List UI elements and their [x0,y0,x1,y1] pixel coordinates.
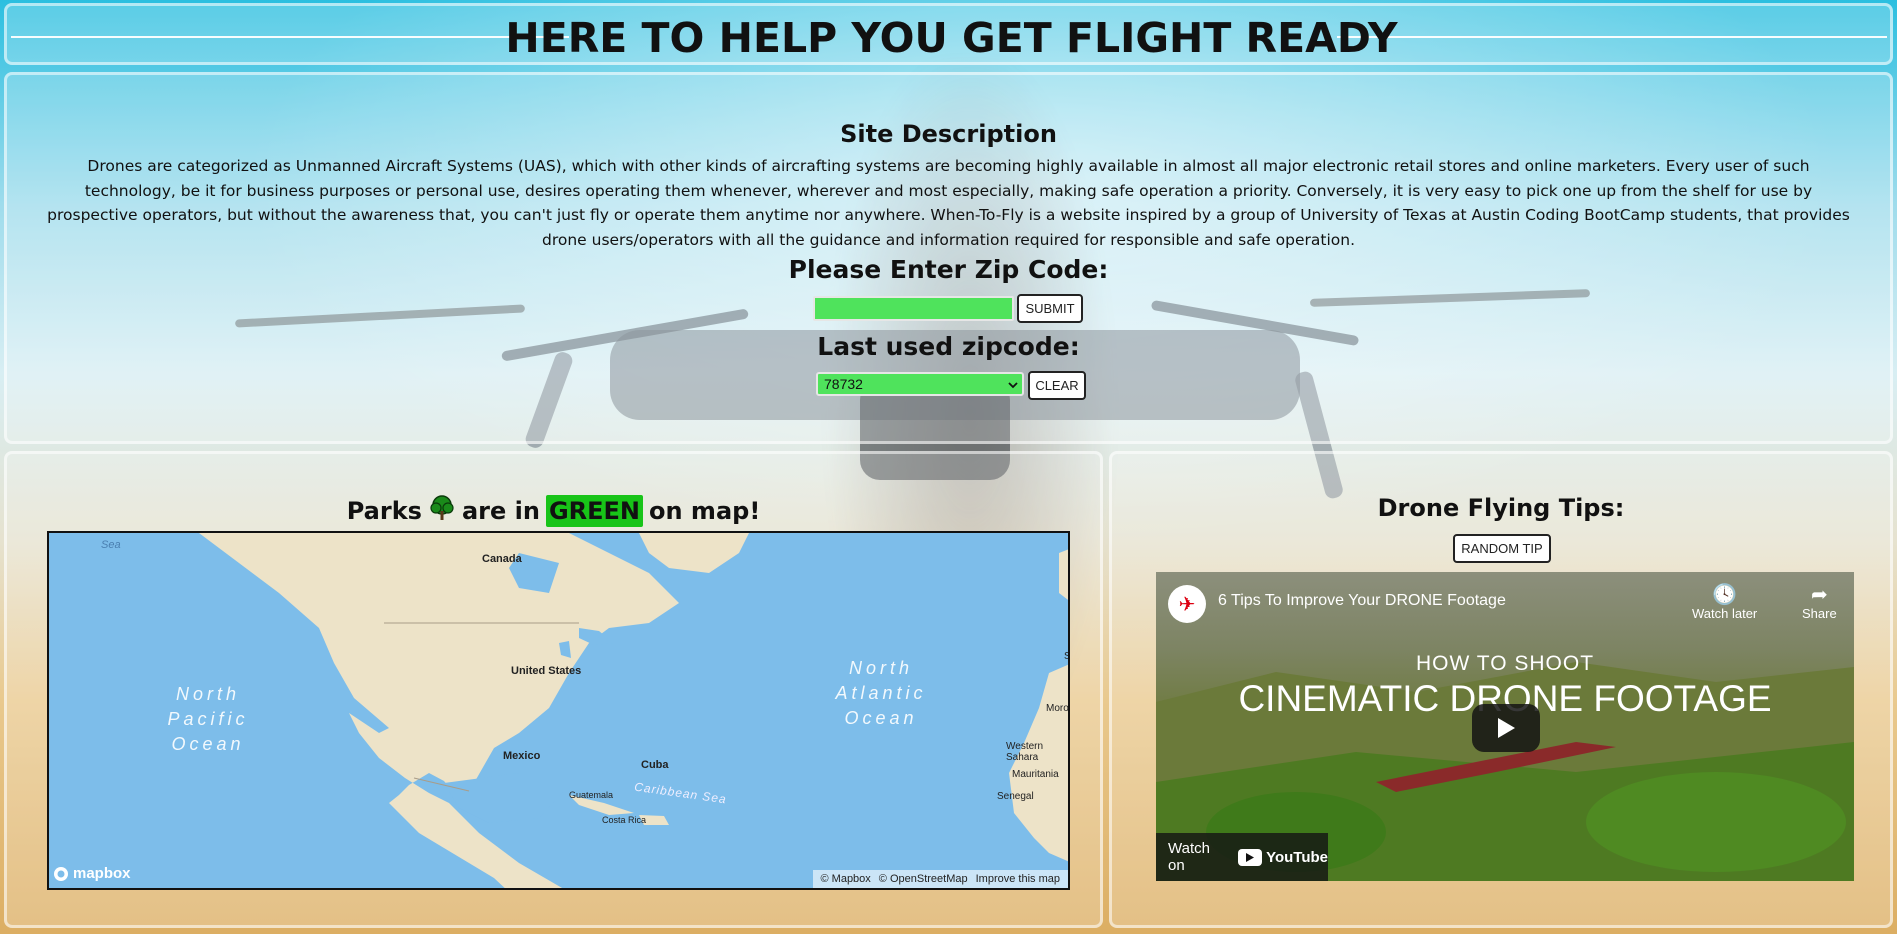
tree-icon [428,494,456,528]
map-label-morocco: Moro [1046,703,1069,714]
last-zipcode-heading: Last used zipcode: [817,332,1080,361]
map-panel: Parks are in GREEN on map! Sea Canada Un… [4,451,1103,928]
clock-icon: 🕓 [1712,584,1738,606]
parks-map[interactable]: Sea Canada United States Mexico Cuba Gua… [47,531,1070,890]
share-button[interactable]: ➦ Share [1802,584,1837,621]
header-panel: HERE TO HELP YOU GET FLIGHT READY [4,3,1893,65]
play-button[interactable] [1472,704,1540,752]
channel-logo-icon: ✈ [1178,592,1196,616]
parks-heading-suffix: on map! [649,497,761,525]
zip-code-heading: Please Enter Zip Code: [788,255,1109,284]
map-label-costa-rica: Costa Rica [602,815,647,825]
attribution-improve[interactable]: Improve this map [976,873,1060,885]
mapbox-logo[interactable]: mapbox [53,865,131,882]
map-label-mexico: Mexico [503,750,541,762]
youtube-logo-text: YouTube [1266,848,1328,866]
description-panel: Site Description Drones are categorized … [4,72,1893,444]
site-description-heading: Site Description [840,120,1057,148]
random-tip-button[interactable]: RANDOM TIP [1453,534,1551,563]
thumbnail-text-line1: HOW TO SHOOT [1415,652,1595,675]
map-label-guatemala: Guatemala [569,790,614,800]
map-label-north-pacific: North Pacific Ocean [167,684,249,754]
watch-on-label: Watch on [1168,840,1210,874]
channel-avatar[interactable]: ✈ [1168,585,1206,623]
map-label-western-sahara: Western Sahara [1006,741,1044,763]
page-title: HERE TO HELP YOU GET FLIGHT READY [505,14,1398,62]
tips-panel: Drone Flying Tips: RANDOM TIP ✈ 6 Tips T… [1109,451,1893,928]
map-attribution: © Mapbox © OpenStreetMap Improve this ma… [812,870,1068,888]
watch-on-youtube-button[interactable]: Watch on YouTube [1156,833,1328,881]
map-label-united-states: United States [511,665,582,677]
parks-heading-mid: are in [461,497,540,525]
green-highlight: GREEN [545,495,643,527]
map-label-cuba: Cuba [641,759,669,771]
watch-later-label: Watch later [1692,606,1758,621]
drone-tips-heading: Drone Flying Tips: [1377,494,1625,522]
mapbox-icon [54,866,68,881]
video-title[interactable]: 6 Tips To Improve Your DRONE Footage [1218,592,1506,610]
youtube-video-embed[interactable]: ✈ 6 Tips To Improve Your DRONE Footage 🕓… [1156,572,1854,881]
last-zipcode-select[interactable]: 78732 [816,372,1024,396]
youtube-logo: YouTube [1238,848,1328,866]
attribution-osm[interactable]: © OpenStreetMap [879,873,968,885]
watch-later-button[interactable]: 🕓 Watch later [1692,584,1757,621]
submit-button[interactable]: SUBMIT [1017,294,1083,323]
map-label-partial: S [1064,651,1068,662]
map-label-senegal: Senegal [997,791,1034,802]
map-label-north-atlantic: North Atlantic Ocean [835,658,927,728]
youtube-play-icon [1238,848,1263,866]
share-label: Share [1802,606,1837,621]
play-icon [1498,718,1515,738]
zip-code-input[interactable] [813,296,1014,321]
site-description-text: Drones are categorized as Unmanned Aircr… [47,157,1850,249]
clear-button[interactable]: CLEAR [1028,371,1086,400]
attribution-mapbox[interactable]: © Mapbox [821,873,871,885]
chevron-down-icon [1008,376,1018,392]
mapbox-logo-text: mapbox [73,865,131,882]
map-label-sea: Sea [101,539,121,551]
last-zipcode-value: 78732 [824,376,863,392]
parks-heading-prefix: Parks [346,497,422,525]
map-label-mauritania: Mauritania [1012,769,1059,780]
parks-heading: Parks are in GREEN on map! [7,494,1100,528]
map-label-canada: Canada [482,553,522,565]
share-icon: ➦ [1810,584,1828,606]
